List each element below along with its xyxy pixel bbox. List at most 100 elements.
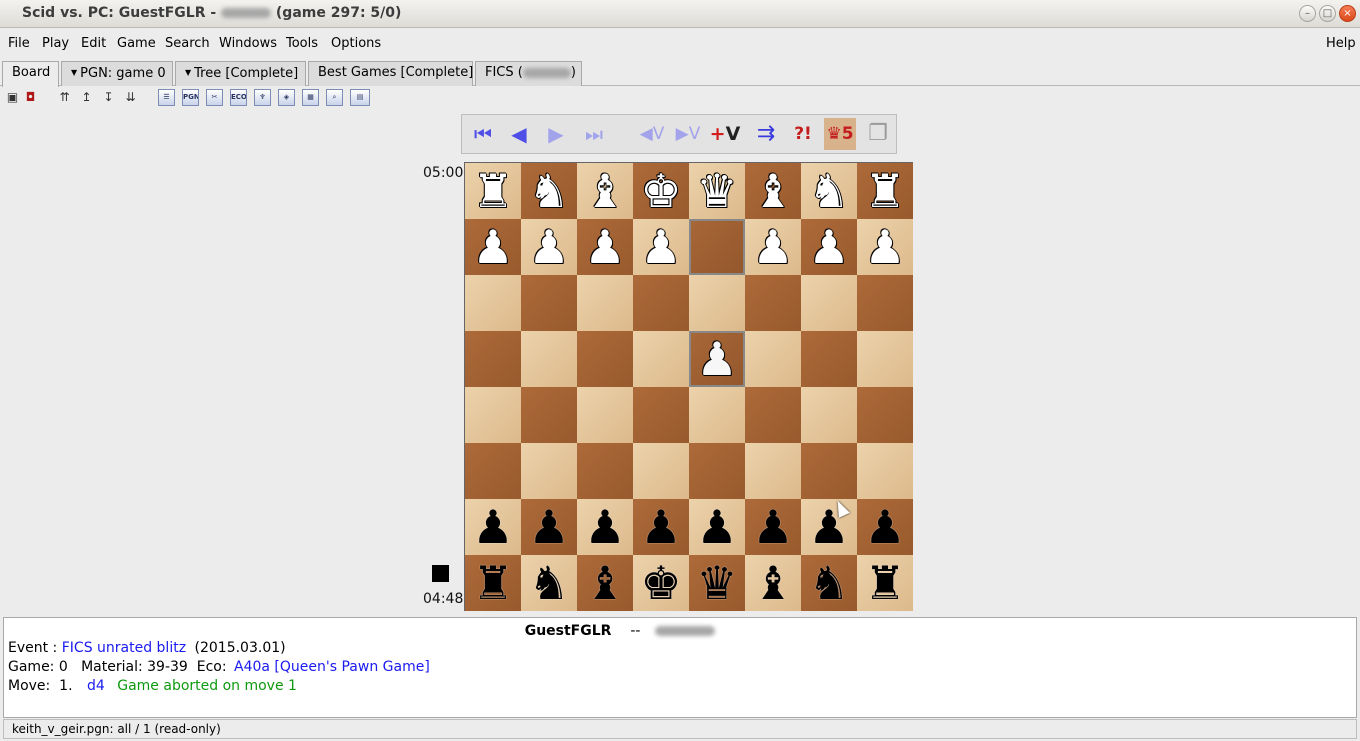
board-square[interactable]: ♟: [577, 219, 633, 275]
white-piece[interactable]: ♚: [640, 168, 681, 214]
tab-tree[interactable]: ▼ Tree [Complete]: [175, 61, 306, 86]
board-square[interactable]: ♟: [745, 499, 801, 555]
board-square[interactable]: ♟: [465, 219, 521, 275]
board-square[interactable]: [465, 443, 521, 499]
move-down-icon[interactable]: ↧: [100, 89, 117, 106]
eco-link[interactable]: A40a [Queen's Pawn Game]: [234, 659, 430, 675]
board-square[interactable]: ♜: [465, 163, 521, 219]
board-square[interactable]: ♝: [745, 555, 801, 611]
event-name-link[interactable]: FICS unrated blitz: [62, 640, 186, 656]
board-square[interactable]: [465, 331, 521, 387]
black-piece[interactable]: ♟: [528, 504, 569, 550]
board-square[interactable]: ♝: [577, 555, 633, 611]
variation-back-button[interactable]: ◀V: [636, 118, 668, 150]
board-square[interactable]: ♛: [689, 555, 745, 611]
board-square[interactable]: ♟: [689, 499, 745, 555]
black-piece[interactable]: ♜: [472, 560, 513, 606]
board-square[interactable]: ♝: [577, 163, 633, 219]
copy-board-icon[interactable]: ❐: [862, 118, 894, 150]
pgn-icon[interactable]: PGN: [182, 89, 199, 106]
board-square[interactable]: ♞: [801, 555, 857, 611]
board-square[interactable]: [577, 443, 633, 499]
eco-icon[interactable]: ECO: [230, 89, 247, 106]
crosstable-icon[interactable]: ◈: [278, 89, 295, 106]
white-piece[interactable]: ♜: [864, 168, 905, 214]
black-piece[interactable]: ♞: [808, 560, 849, 606]
menu-search[interactable]: Search: [165, 36, 210, 51]
menu-tools[interactable]: Tools: [286, 36, 318, 51]
white-player-name[interactable]: GuestFGLR: [525, 623, 612, 639]
tab-pgn[interactable]: ▼ PGN: game 0: [61, 61, 173, 86]
white-piece[interactable]: ♛: [696, 168, 737, 214]
black-piece[interactable]: ♟: [472, 504, 513, 550]
board-square[interactable]: [857, 443, 913, 499]
bookmark-icon[interactable]: ◘: [22, 89, 39, 106]
board-square[interactable]: [745, 387, 801, 443]
pattern-icon[interactable]: ▦: [302, 89, 319, 106]
menu-game[interactable]: Game: [117, 36, 156, 51]
board-square[interactable]: [633, 443, 689, 499]
back-button[interactable]: ◀: [504, 118, 534, 150]
fics-icon[interactable]: ▤: [350, 89, 370, 106]
black-piece[interactable]: ♝: [752, 560, 793, 606]
board-square[interactable]: [633, 331, 689, 387]
tablebase-icon[interactable]: ♛5: [824, 118, 856, 150]
goto-start-button[interactable]: ⏮: [467, 118, 499, 150]
board-square[interactable]: ♞: [801, 163, 857, 219]
black-piece[interactable]: ♟: [640, 504, 681, 550]
white-piece[interactable]: ♟: [752, 224, 793, 270]
move-top-icon[interactable]: ⇈: [56, 89, 73, 106]
tab-dropdown-icon[interactable]: ▼: [71, 68, 77, 77]
menu-options[interactable]: Options: [331, 36, 381, 51]
board-square[interactable]: [465, 275, 521, 331]
board-square[interactable]: [857, 275, 913, 331]
board-square[interactable]: ♜: [857, 555, 913, 611]
board-square[interactable]: ♟: [521, 499, 577, 555]
menu-windows[interactable]: Windows: [219, 36, 277, 51]
black-piece[interactable]: ♟: [696, 504, 737, 550]
board-square[interactable]: ♜: [465, 555, 521, 611]
board-square[interactable]: [801, 275, 857, 331]
board-square[interactable]: ♟: [465, 499, 521, 555]
black-piece[interactable]: ♟: [864, 504, 905, 550]
board-square[interactable]: [577, 331, 633, 387]
black-piece[interactable]: ♞: [528, 560, 569, 606]
white-piece[interactable]: ♟: [696, 336, 737, 382]
board-square[interactable]: [745, 331, 801, 387]
black-piece[interactable]: ♚: [640, 560, 681, 606]
forward-button[interactable]: ▶: [541, 118, 571, 150]
autoplay-icon[interactable]: ⇉: [750, 118, 782, 150]
board-square[interactable]: ♟: [857, 499, 913, 555]
minimize-button[interactable]: –: [1299, 5, 1316, 22]
board-square[interactable]: [745, 275, 801, 331]
annotate-button[interactable]: ?!: [786, 118, 820, 150]
board-square[interactable]: [577, 387, 633, 443]
board-square[interactable]: [521, 275, 577, 331]
board-square[interactable]: ♟: [633, 219, 689, 275]
board-square[interactable]: ♝: [745, 163, 801, 219]
move-bottom-icon[interactable]: ⇊: [122, 89, 139, 106]
white-piece[interactable]: ♟: [528, 224, 569, 270]
maximize-button[interactable]: □: [1319, 5, 1336, 22]
board-square[interactable]: ♚: [633, 555, 689, 611]
tab-fics[interactable]: FICS (): [475, 61, 582, 86]
board-square[interactable]: ♟: [801, 219, 857, 275]
add-variation-button[interactable]: +V: [708, 118, 742, 150]
tab-dropdown-icon[interactable]: ▼: [185, 68, 191, 77]
board-square[interactable]: [689, 443, 745, 499]
white-piece[interactable]: ♞: [808, 168, 849, 214]
board-square[interactable]: ♞: [521, 163, 577, 219]
tab-board[interactable]: Board: [2, 61, 59, 87]
menu-edit[interactable]: Edit: [81, 36, 106, 51]
save-icon[interactable]: ▣: [4, 89, 21, 106]
board-square[interactable]: [633, 387, 689, 443]
board-square[interactable]: ♜: [857, 163, 913, 219]
tools-icon[interactable]: ✂: [206, 89, 223, 106]
variation-forward-button[interactable]: ▶V: [672, 118, 704, 150]
finder-icon[interactable]: ⌕: [326, 89, 343, 106]
white-piece[interactable]: ♟: [584, 224, 625, 270]
board-square[interactable]: [521, 443, 577, 499]
white-piece[interactable]: ♜: [472, 168, 513, 214]
board-square[interactable]: ♟: [857, 219, 913, 275]
board-square[interactable]: ♟: [801, 499, 857, 555]
